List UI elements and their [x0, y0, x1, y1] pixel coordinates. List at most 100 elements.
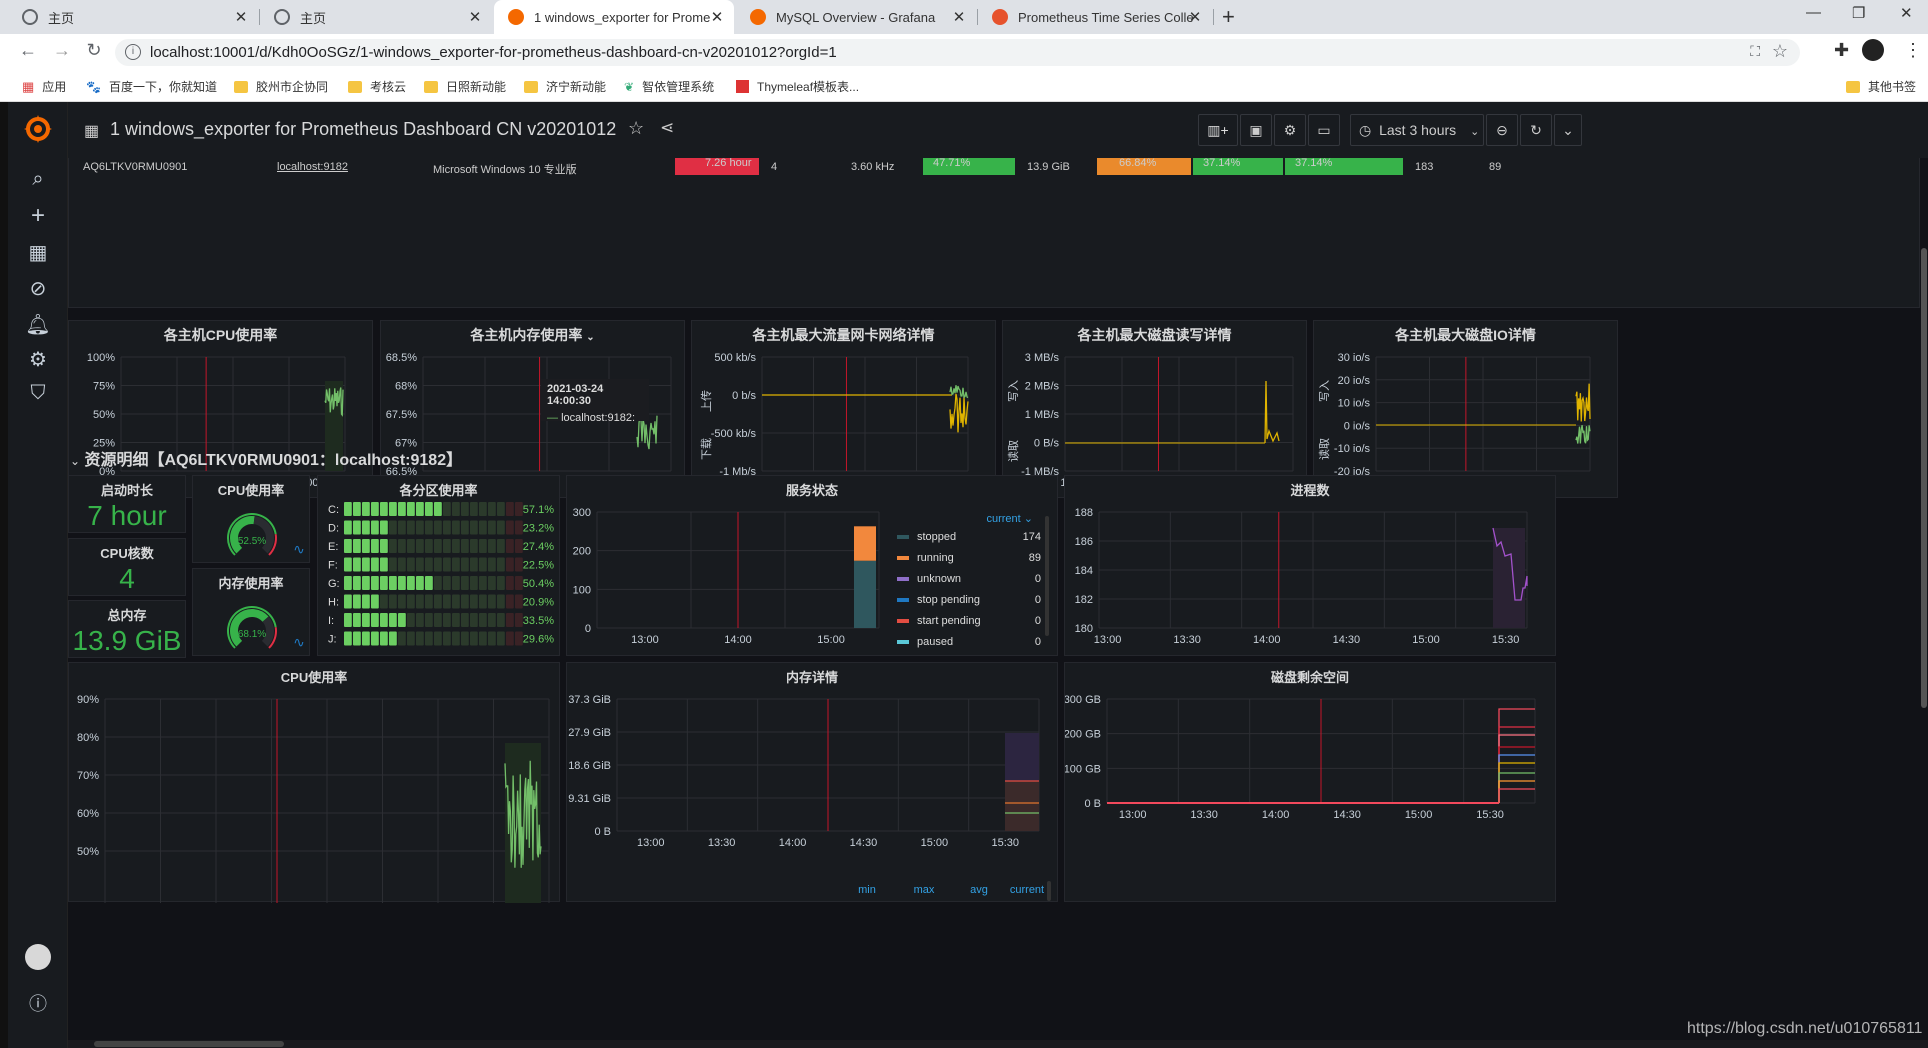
bookmark-item[interactable]: ❦ 智依管理系统 [624, 78, 714, 95]
close-icon[interactable]: ✕ [1186, 8, 1204, 26]
cell-os: Microsoft Windows 10 专业版 [433, 164, 577, 176]
refresh-interval-button[interactable]: ⌄ [1554, 114, 1582, 146]
search-icon[interactable]: ⌕ [8, 168, 68, 191]
explore-icon[interactable]: ⊘ [8, 276, 68, 301]
disk-free-panel: 磁盘剩余空间 300 GB 200 GB 100 GB 0 B 13:00 13:30 14… [1064, 662, 1556, 902]
url-bar[interactable]: i localhost:10001/d/Kdh0OoSGz/1-windows_… [115, 39, 1800, 66]
dashboard-settings-button[interactable]: ⚙ [1274, 114, 1306, 146]
browser-tab-active[interactable]: 1 windows_exporter for Prome ✕ [494, 0, 734, 34]
panel-title[interactable]: 各主机最大磁盘IO详情 [1314, 325, 1617, 345]
star-icon[interactable]: ☆ [628, 118, 644, 139]
row-header[interactable]: ⌄ 资源明细【AQ6LTKV0RMU0901：localhost:9182】 [70, 446, 462, 470]
leaf-icon: ❦ [624, 79, 635, 94]
browser-tab[interactable]: MySQL Overview - Grafana ✕ [736, 0, 976, 34]
panel-title[interactable]: CPU核数 [69, 543, 185, 562]
help-icon[interactable]: ⓘ [8, 990, 68, 1016]
cpu-hosts-chart: 100%75%50%25%0%13:0014:0015:00 [87, 352, 346, 489]
bookmark-item[interactable]: 济宁新动能 [524, 78, 606, 95]
translate-icon[interactable]: ⛶ [1750, 43, 1760, 60]
y-tick-label: 80% [77, 732, 99, 744]
gear-icon[interactable]: ⚙ [8, 347, 68, 372]
panel-title[interactable]: 服务状态 [567, 480, 1057, 499]
legend-value: 89 [1029, 552, 1041, 564]
bookmark-item[interactable]: 🐾 百度一下，你就知道 [86, 78, 217, 95]
bar-segment [434, 520, 442, 535]
minimize-button[interactable]: — [1806, 4, 1821, 21]
bookmark-star-icon[interactable]: ☆ [1772, 41, 1788, 62]
extensions-icon[interactable]: ✚ [1834, 40, 1849, 61]
bar-segment [452, 613, 460, 627]
panel-title[interactable]: 磁盘剩余空间 [1065, 667, 1555, 686]
panel-title[interactable]: CPU使用率 [69, 667, 559, 686]
scrollbar-thumb[interactable] [94, 1041, 284, 1047]
panel-title[interactable]: 进程数 [1065, 480, 1555, 499]
forward-button[interactable]: → [50, 40, 74, 61]
cpu-usage-chart: 90% 80% 70% 60% 50% [77, 694, 550, 903]
bar-segment [497, 594, 505, 609]
dashboards-icon[interactable]: ▦ [8, 240, 68, 265]
bookmark-item[interactable]: 胶州市企协同 [234, 78, 328, 95]
read-series [1575, 425, 1591, 444]
avatar[interactable] [25, 944, 51, 970]
watermark-text: https://blog.csdn.net/u010765811 [1687, 1020, 1923, 1037]
refresh-button[interactable]: ↻ [1520, 114, 1552, 146]
panel-title[interactable]: 各主机CPU使用率 [69, 325, 372, 345]
browser-tab[interactable]: 主页 ✕ [260, 0, 492, 34]
time-picker[interactable]: ◷ Last 3 hours ⌄ [1350, 114, 1484, 146]
zoom-out-button[interactable]: ⊖ [1486, 114, 1518, 146]
close-icon[interactable]: ✕ [950, 8, 968, 26]
url-text[interactable]: localhost:10001/d/Kdh0OoSGz/1-windows_ex… [150, 44, 837, 61]
panel-title[interactable]: 总内存 [69, 605, 185, 624]
horizontal-scrollbar[interactable] [68, 1040, 1928, 1048]
legend-header: min [858, 884, 876, 896]
browser-tab[interactable]: Prometheus Time Series Colle ✕ [978, 0, 1212, 34]
back-button[interactable]: ← [16, 40, 40, 61]
bookmark-apps[interactable]: ▦ 应用 [22, 78, 66, 95]
restore-button[interactable]: ❐ [1852, 4, 1865, 22]
add-panel-button[interactable]: ▥+ [1198, 114, 1238, 146]
panel-title[interactable]: 各主机最大磁盘读写详情 [1003, 325, 1306, 345]
cycle-view-button[interactable]: ▭ [1308, 114, 1340, 146]
new-tab-button[interactable]: + [1222, 4, 1235, 30]
grafana-logo-icon[interactable] [23, 114, 53, 144]
dashboard-title[interactable]: 1 windows_exporter for Prometheus Dashbo… [110, 119, 616, 140]
save-dashboard-button[interactable]: ▣ [1240, 114, 1272, 146]
mem-detail-panel: 内存详情 37.3 GiB 27.9 GiB 18.6 GiB 9.31 GiB 0 B… [566, 662, 1058, 902]
browser-tab[interactable]: 主页 ✕ [8, 0, 258, 34]
alerting-bell-icon[interactable]: 🔔︎ [8, 312, 68, 337]
close-icon[interactable]: ✕ [232, 8, 250, 26]
panel-title[interactable]: CPU使用率 [193, 480, 309, 499]
bookmark-item[interactable]: 考核云 [348, 78, 406, 95]
close-icon[interactable]: ✕ [708, 8, 726, 26]
panel-title[interactable]: 各分区使用率 [318, 480, 559, 499]
scrollbar-thumb[interactable] [1921, 248, 1927, 708]
panel-title[interactable]: 内存详情 [567, 667, 1057, 686]
panel-title[interactable]: 启动时长 [69, 480, 185, 499]
close-icon[interactable]: ✕ [466, 8, 484, 26]
x-tick-label: 15:30 [991, 837, 1019, 849]
profile-icon[interactable] [1862, 39, 1884, 61]
panel-title[interactable]: 各主机内存使用率 ⌄ [381, 325, 684, 345]
close-window-button[interactable]: ✕ [1900, 4, 1913, 22]
bar-segment [443, 539, 451, 553]
share-icon[interactable]: ⋖ [660, 118, 674, 138]
bookmark-item[interactable]: Thymeleaf模板表... [736, 78, 859, 95]
disk-series [1498, 754, 1535, 803]
bookmark-other[interactable]: 其他书签 [1846, 78, 1916, 95]
globe-icon [22, 9, 38, 25]
bar-segment [344, 613, 352, 627]
y-axis-label: 写入 [1319, 380, 1331, 402]
bar-segment [479, 539, 487, 553]
reload-button[interactable]: ↻ [82, 40, 106, 61]
series-area [1493, 528, 1525, 628]
shield-icon[interactable]: ⛉ [8, 382, 68, 405]
bookmark-item[interactable]: 日照新动能 [424, 78, 506, 95]
plus-icon[interactable]: + [8, 202, 68, 230]
menu-icon[interactable]: ⋮ [1904, 40, 1922, 61]
info-icon[interactable]: i [125, 44, 141, 60]
cell-instance[interactable]: localhost:9182 [277, 161, 348, 173]
vertical-scrollbar[interactable] [1920, 158, 1928, 1048]
panel-title[interactable]: 各主机最大流量网卡网络详情 [692, 325, 995, 345]
panel-title[interactable]: 内存使用率 [193, 573, 309, 592]
y-tick-label: 10 io/s [1338, 398, 1371, 410]
